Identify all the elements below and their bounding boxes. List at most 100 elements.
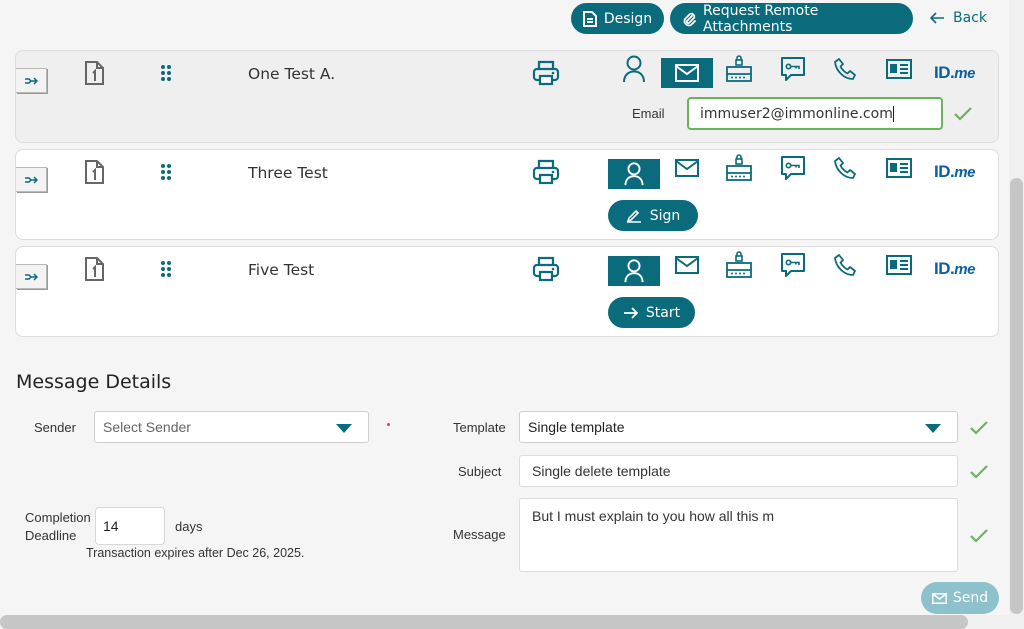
message-label: Message bbox=[453, 527, 506, 542]
expand-row-button[interactable] bbox=[16, 68, 47, 93]
person-icon bbox=[624, 259, 644, 283]
chat-key-icon bbox=[781, 156, 805, 180]
message-textarea[interactable]: But I must explain to you how all this m bbox=[519, 498, 958, 572]
template-label: Template bbox=[453, 420, 506, 435]
auth-kba-option[interactable] bbox=[713, 250, 765, 280]
auth-sms-option[interactable] bbox=[767, 250, 819, 280]
template-select[interactable]: Single template bbox=[519, 411, 958, 443]
top-toolbar: Design Request Remote Attachments Back bbox=[0, 3, 1024, 35]
start-button[interactable]: Start bbox=[608, 297, 695, 328]
auth-email-option[interactable] bbox=[661, 58, 713, 88]
auth-id-option[interactable] bbox=[873, 54, 925, 84]
back-link[interactable]: Back bbox=[930, 10, 987, 26]
auth-email-option[interactable] bbox=[661, 250, 713, 280]
message-textarea-value: But I must explain to you how all this m bbox=[532, 508, 774, 524]
print-icon[interactable] bbox=[532, 159, 560, 185]
send-button-label: Send bbox=[952, 590, 989, 606]
pen-icon bbox=[626, 209, 641, 223]
phone-icon bbox=[834, 157, 856, 179]
auth-email-option[interactable] bbox=[661, 153, 713, 183]
idme-logo[interactable]: ID.me bbox=[934, 63, 975, 83]
auth-id-option[interactable] bbox=[873, 250, 925, 280]
completion-deadline-label: Completion Deadline bbox=[25, 510, 91, 543]
print-icon[interactable] bbox=[532, 60, 560, 86]
chat-key-icon bbox=[781, 253, 805, 277]
vertical-scrollbar[interactable] bbox=[1009, 0, 1024, 615]
auth-kba-option[interactable] bbox=[713, 54, 765, 84]
auth-phone-option[interactable] bbox=[820, 54, 872, 84]
auth-person-option[interactable] bbox=[608, 54, 660, 84]
chevron-down-icon bbox=[925, 424, 941, 433]
message-details-title: Message Details bbox=[16, 371, 172, 393]
lock-card-icon bbox=[726, 154, 752, 181]
signer-card-one-test: One Test A. ID.me Email immuser2@immonli… bbox=[15, 50, 999, 143]
auth-phone-option[interactable] bbox=[820, 250, 872, 280]
sign-button-label: Sign bbox=[649, 207, 681, 224]
id-card-icon bbox=[886, 158, 912, 178]
auth-kba-option[interactable] bbox=[713, 153, 765, 183]
expand-row-button[interactable] bbox=[16, 264, 47, 289]
drag-handle-icon[interactable] bbox=[159, 163, 173, 181]
email-field[interactable]: immuser2@immonline.com bbox=[687, 97, 943, 130]
envelope-icon bbox=[675, 64, 699, 82]
chevron-down-icon bbox=[336, 424, 352, 433]
email-label: Email bbox=[632, 106, 665, 121]
sign-button[interactable]: Sign bbox=[608, 200, 698, 231]
expand-arrow-icon bbox=[25, 175, 38, 184]
phone-icon bbox=[834, 254, 856, 276]
auth-id-option[interactable] bbox=[873, 153, 925, 183]
arrow-left-icon bbox=[930, 12, 944, 24]
auth-sms-option[interactable] bbox=[767, 54, 819, 84]
paperclip-icon bbox=[683, 12, 696, 26]
envelope-icon bbox=[931, 592, 947, 604]
signer-name: One Test A. bbox=[248, 65, 336, 83]
sender-select-placeholder: Select Sender bbox=[103, 419, 191, 435]
lock-card-icon bbox=[726, 251, 752, 278]
document-icon bbox=[85, 160, 104, 184]
document-edit-icon bbox=[582, 10, 597, 27]
lock-card-icon bbox=[726, 55, 752, 82]
idme-logo[interactable]: ID.me bbox=[934, 162, 975, 182]
expand-row-button[interactable] bbox=[16, 167, 47, 192]
design-button-label: Design bbox=[603, 10, 653, 27]
design-button[interactable]: Design bbox=[571, 3, 664, 34]
check-icon bbox=[970, 529, 988, 543]
check-icon bbox=[970, 465, 988, 479]
signer-card-three-test: Three Test ID.me Sign bbox=[15, 149, 999, 240]
drag-handle-icon[interactable] bbox=[159, 64, 173, 82]
sender-select[interactable]: Select Sender bbox=[94, 411, 369, 443]
request-remote-attachments-label: Request Remote Attachments bbox=[703, 2, 819, 35]
vertical-scrollbar-thumb[interactable] bbox=[1010, 178, 1023, 614]
required-indicator bbox=[387, 423, 390, 426]
template-select-value: Single template bbox=[528, 419, 625, 435]
auth-phone-option[interactable] bbox=[820, 153, 872, 183]
expand-arrow-icon bbox=[25, 272, 38, 281]
request-remote-attachments-button[interactable]: Request Remote Attachments bbox=[670, 2, 913, 35]
expiry-note: Transaction expires after Dec 26, 2025. bbox=[86, 546, 305, 560]
print-icon[interactable] bbox=[532, 256, 560, 282]
auth-person-option[interactable] bbox=[608, 256, 660, 286]
signer-name: Three Test bbox=[248, 164, 328, 182]
subject-label: Subject bbox=[458, 464, 502, 479]
signer-card-five-test: Five Test ID.me Start bbox=[15, 246, 999, 337]
horizontal-scrollbar[interactable] bbox=[0, 615, 1024, 629]
idme-logo[interactable]: ID.me bbox=[934, 259, 975, 279]
send-button[interactable]: Send bbox=[921, 582, 999, 614]
envelope-icon bbox=[675, 159, 699, 177]
auth-sms-option[interactable] bbox=[767, 153, 819, 183]
auth-person-option[interactable] bbox=[608, 159, 660, 189]
horizontal-scrollbar-thumb[interactable] bbox=[0, 615, 968, 629]
arrow-right-icon bbox=[623, 306, 638, 319]
subject-input-value: Single delete template bbox=[532, 463, 671, 479]
completion-days-value: 14 bbox=[103, 518, 119, 534]
phone-icon bbox=[834, 58, 856, 80]
signer-name: Five Test bbox=[248, 261, 315, 279]
check-icon bbox=[954, 107, 972, 121]
id-card-icon bbox=[886, 255, 912, 275]
drag-handle-icon[interactable] bbox=[159, 260, 173, 278]
completion-days-input[interactable]: 14 bbox=[95, 507, 165, 545]
expand-arrow-icon bbox=[25, 76, 38, 85]
days-unit-label: days bbox=[175, 519, 203, 534]
subject-input[interactable]: Single delete template bbox=[519, 455, 958, 487]
sender-label: Sender bbox=[34, 420, 76, 435]
